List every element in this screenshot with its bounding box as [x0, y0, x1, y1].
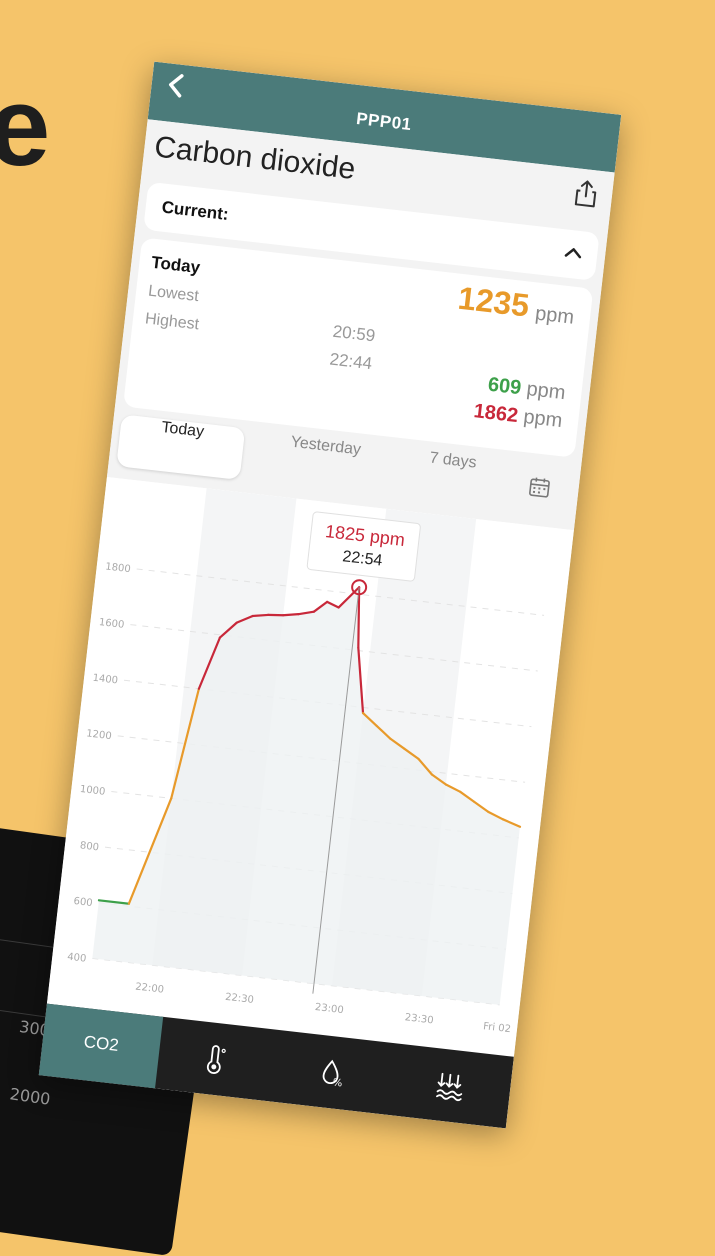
thermometer-icon	[201, 1044, 232, 1077]
page-title: Carbon dioxide	[153, 130, 357, 187]
x-tick-label: Fri 02	[483, 1021, 512, 1035]
pressure-icon	[434, 1070, 465, 1103]
today-label: Today	[150, 253, 201, 278]
highest-value-number: 1862	[473, 400, 520, 427]
co2-chart-svg: 400 600 800 1000 1200 1400 1600 1800 22:00 22:30 2…	[47, 477, 574, 1057]
y-tick-label: 1400	[92, 673, 119, 687]
tab-pressure[interactable]	[388, 1043, 512, 1128]
phone-screen: PPP01 Carbon dioxide Current: Today 1235…	[39, 62, 621, 1129]
edge-letter-fragment: e	[0, 62, 50, 191]
y-tick-label: 1800	[105, 561, 132, 575]
tab-co2[interactable]: CO2	[39, 1004, 163, 1089]
current-unit: ppm	[534, 303, 575, 330]
lowest-value-unit: ppm	[525, 378, 566, 404]
x-tick-label: 23:30	[404, 1012, 434, 1026]
lowest-value-number: 609	[487, 374, 523, 400]
summary-section: Carbon dioxide Current: Today 1235 ppm L…	[107, 119, 615, 530]
current-value: 1235	[456, 280, 531, 325]
x-tick-label: 23:00	[314, 1002, 344, 1016]
chevron-up-icon[interactable]	[563, 243, 585, 261]
humidity-icon: %	[317, 1057, 348, 1090]
current-label: Current:	[161, 198, 230, 225]
highest-value: 1862 ppm	[472, 400, 563, 433]
lowest-time: 20:59	[332, 322, 377, 347]
background-device-label: 2000	[9, 1084, 52, 1108]
tab-today[interactable]: Today	[116, 414, 245, 480]
chart-area-fill	[92, 562, 545, 1005]
highest-time: 22:44	[329, 350, 374, 375]
y-tick-label: 1600	[98, 617, 125, 631]
y-tick-label: 800	[79, 840, 99, 853]
co2-chart[interactable]: 400 600 800 1000 1200 1400 1600 1800 22:00 22:30 2…	[47, 477, 574, 1057]
svg-text:%: %	[332, 1077, 343, 1089]
tab-7-days[interactable]: 7 days	[398, 446, 503, 509]
y-tick-label: 1200	[86, 728, 113, 742]
tab-yesterday[interactable]: Yesterday	[259, 431, 388, 497]
lowest-value: 609 ppm	[487, 374, 567, 406]
y-tick-label: 400	[67, 952, 87, 965]
tab-temperature[interactable]	[155, 1017, 279, 1102]
share-icon[interactable]	[573, 178, 600, 209]
y-tick-label: 600	[73, 896, 93, 909]
highest-label: Highest	[144, 310, 200, 334]
x-tick-label: 22:00	[135, 982, 165, 996]
lowest-label: Lowest	[147, 283, 199, 307]
co2-tab-label: CO2	[42, 1027, 161, 1060]
tab-humidity[interactable]: %	[271, 1030, 395, 1115]
highest-value-unit: ppm	[522, 406, 563, 432]
y-tick-label: 1000	[79, 784, 106, 798]
calendar-icon[interactable]	[527, 475, 551, 499]
x-tick-label: 22:30	[224, 992, 254, 1006]
